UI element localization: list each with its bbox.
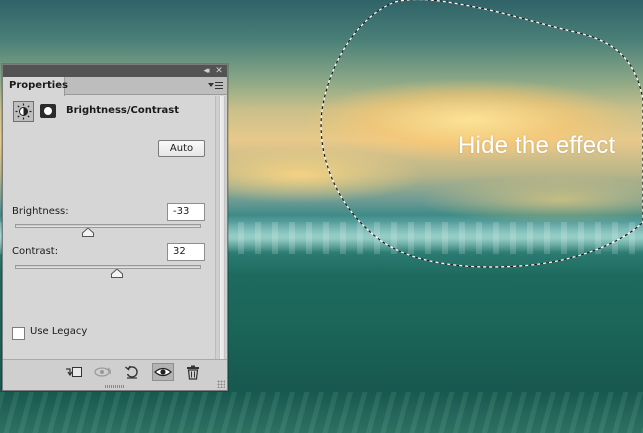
- toggle-visibility-icon[interactable]: [152, 363, 174, 381]
- contrast-slider[interactable]: [15, 265, 201, 269]
- brightness-contrast-icon[interactable]: [13, 101, 34, 122]
- footer-grip[interactable]: [105, 385, 125, 388]
- auto-button[interactable]: Auto: [158, 140, 205, 157]
- brightness-input[interactable]: -33: [167, 203, 205, 221]
- reset-icon[interactable]: [121, 363, 143, 381]
- tab-properties[interactable]: Properties: [3, 77, 68, 96]
- contrast-input[interactable]: 32: [167, 243, 205, 261]
- contrast-slider-thumb[interactable]: [110, 269, 123, 278]
- panel-menu-icon[interactable]: [208, 80, 224, 92]
- adjustment-header: Brightness/Contrast: [13, 101, 213, 123]
- layer-mask-icon[interactable]: [40, 104, 56, 118]
- brightness-label: Brightness:: [12, 206, 69, 217]
- overlay-caption: Hide the effect: [458, 132, 616, 159]
- panel-body: Brightness/Contrast Auto Brightness: -33…: [3, 96, 215, 359]
- panel-title-bar[interactable]: ◂◂ ✕: [3, 65, 227, 77]
- scrollbar-thumb[interactable]: [219, 96, 225, 359]
- panel-scrollbar[interactable]: [215, 96, 227, 359]
- properties-panel: ◂◂ ✕ Properties Brightness/Contrast Auto…: [2, 64, 228, 391]
- contrast-label: Contrast:: [12, 246, 59, 257]
- adjustment-title: Brightness/Contrast: [66, 105, 180, 116]
- panel-tab-row: Properties: [3, 77, 227, 96]
- collapse-icon[interactable]: ◂◂: [199, 65, 211, 77]
- delete-icon[interactable]: [182, 363, 204, 381]
- close-icon[interactable]: ✕: [213, 65, 225, 77]
- brightness-slider-thumb[interactable]: [81, 228, 94, 237]
- clip-to-layer-icon[interactable]: [63, 363, 85, 381]
- use-legacy-label: Use Legacy: [30, 326, 88, 337]
- panel-footer: [3, 359, 227, 390]
- resize-grip[interactable]: [217, 380, 225, 388]
- view-previous-state-icon[interactable]: [92, 363, 114, 381]
- brightness-slider[interactable]: [15, 224, 201, 228]
- use-legacy-checkbox[interactable]: [12, 327, 25, 340]
